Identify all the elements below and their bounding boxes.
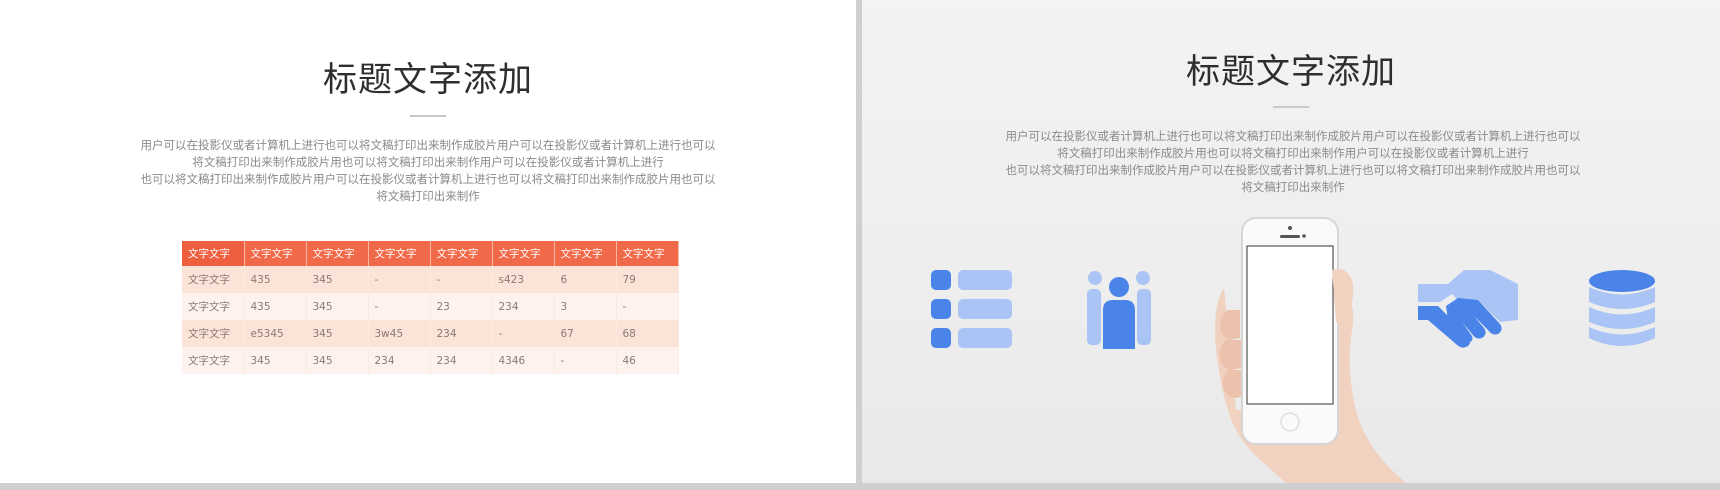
table-cell: 3 [554,293,617,320]
table-header-cell: 文字文字 [182,241,245,266]
paragraph-line: 也可以将文稿打印出来制作成胶片用户可以在投影仪或者计算机上进行也可以将文稿打印出… [140,172,716,186]
table-cell: - [492,320,555,347]
table-cell: 3w45 [368,320,431,347]
table-cell: 234 [430,320,493,347]
table-cell: e5345 [244,320,307,347]
table-header-cell: 文字文字 [616,241,679,266]
paragraph-line: 将文稿打印出来制作 [1241,180,1345,194]
table-header-row: 文字文字 文字文字 文字文字 文字文字 文字文字 文字文字 文字文字 文字文字 [182,241,679,266]
table-cell: - [430,266,493,293]
title-divider [410,115,446,117]
body-paragraph: 用户可以在投影仪或者计算机上进行也可以将文稿打印出来制作成胶片用户可以在投影仪或… [993,128,1593,196]
table-cell: 345 [244,347,307,374]
paragraph-line: 用户可以在投影仪或者计算机上进行也可以将文稿打印出来制作成胶片用户可以在投影仪或… [140,138,716,152]
table-cell: s423 [492,266,555,293]
table-cell: 23 [430,293,493,320]
phone-in-hand-image [1215,217,1406,483]
paragraph-line: 将文稿打印出来制作 [376,189,480,203]
data-table: 文字文字 文字文字 文字文字 文字文字 文字文字 文字文字 文字文字 文字文字 … [182,241,679,374]
left-slide: 标题文字添加 用户可以在投影仪或者计算机上进行也可以将文稿打印出来制作成胶片用户… [0,0,856,483]
table-cell: 文字文字 [182,293,245,320]
paragraph-line: 也可以将文稿打印出来制作成胶片用户可以在投影仪或者计算机上进行也可以将文稿打印出… [1005,163,1581,177]
table-cell: 234 [492,293,555,320]
table-cell: 68 [616,320,679,347]
table-cell: 文字文字 [182,320,245,347]
table-header-cell: 文字文字 [368,241,431,266]
team-icon [1087,271,1151,349]
table-row: 文字文字 435 345 - 23 234 3 - [182,293,679,320]
table-header-cell: 文字文字 [492,241,555,266]
table-cell: 345 [306,347,369,374]
table-cell: 234 [368,347,431,374]
table-cell: 234 [430,347,493,374]
table-cell: 435 [244,266,307,293]
table-row: 文字文字 435 345 - - s423 6 79 [182,266,679,293]
table-cell: 46 [616,347,679,374]
table-cell: 4346 [492,347,555,374]
paragraph-line: 将文稿打印出来制作成胶片用也可以将文稿打印出来制作用户可以在投影仪或者计算机上进… [192,155,664,169]
table-cell: - [368,266,431,293]
table-row: 文字文字 345 345 234 234 4346 - 46 [182,347,679,374]
body-paragraph: 用户可以在投影仪或者计算机上进行也可以将文稿打印出来制作成胶片用户可以在投影仪或… [128,137,728,205]
table-cell: 345 [306,293,369,320]
table-cell: - [616,293,679,320]
table-row: 文字文字 e5345 345 3w45 234 - 67 68 [182,320,679,347]
table-cell: 文字文字 [182,266,245,293]
table-header-cell: 文字文字 [554,241,617,266]
table-cell: - [368,293,431,320]
list-icon [931,270,1012,348]
database-icon [1589,270,1655,346]
page-title: 标题文字添加 [323,60,533,100]
title-divider [1273,106,1309,108]
table-cell: 6 [554,266,617,293]
table-header-cell: 文字文字 [306,241,369,266]
table-cell: 435 [244,293,307,320]
table-header-cell: 文字文字 [244,241,307,266]
paragraph-line: 用户可以在投影仪或者计算机上进行也可以将文稿打印出来制作成胶片用户可以在投影仪或… [1005,129,1581,143]
table-cell: 文字文字 [182,347,245,374]
table-cell: 345 [306,320,369,347]
paragraph-line: 将文稿打印出来制作成胶片用也可以将文稿打印出来制作用户可以在投影仪或者计算机上进… [1057,146,1529,160]
bottom-border [0,483,1720,490]
handshake-icon [1418,270,1518,348]
table-cell: 345 [306,266,369,293]
table-cell: - [554,347,617,374]
page-title: 标题文字添加 [1186,52,1396,92]
table-cell: 79 [616,266,679,293]
table-header-cell: 文字文字 [430,241,493,266]
table-cell: 67 [554,320,617,347]
